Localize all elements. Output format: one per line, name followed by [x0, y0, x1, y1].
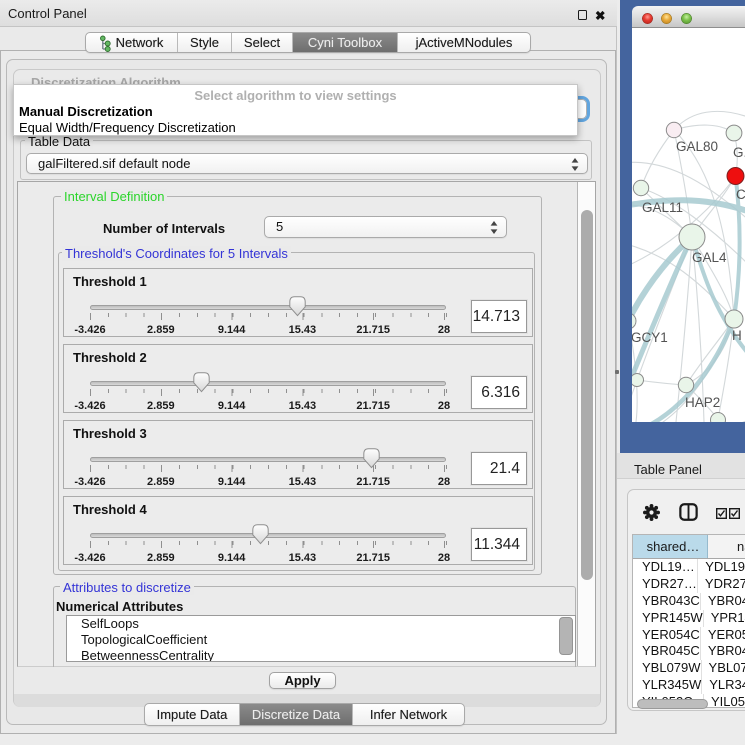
svg-text:GCY1: GCY1 [632, 330, 668, 345]
svg-text:G.: G. [733, 145, 745, 160]
svg-text:H: H [732, 328, 742, 343]
svg-text:GAL80: GAL80 [676, 139, 718, 154]
svg-text:HAP2: HAP2 [685, 395, 720, 410]
svg-text:GAL4: GAL4 [692, 250, 727, 265]
svg-text:GAL11: GAL11 [642, 200, 683, 215]
svg-text:C: C [736, 187, 745, 202]
